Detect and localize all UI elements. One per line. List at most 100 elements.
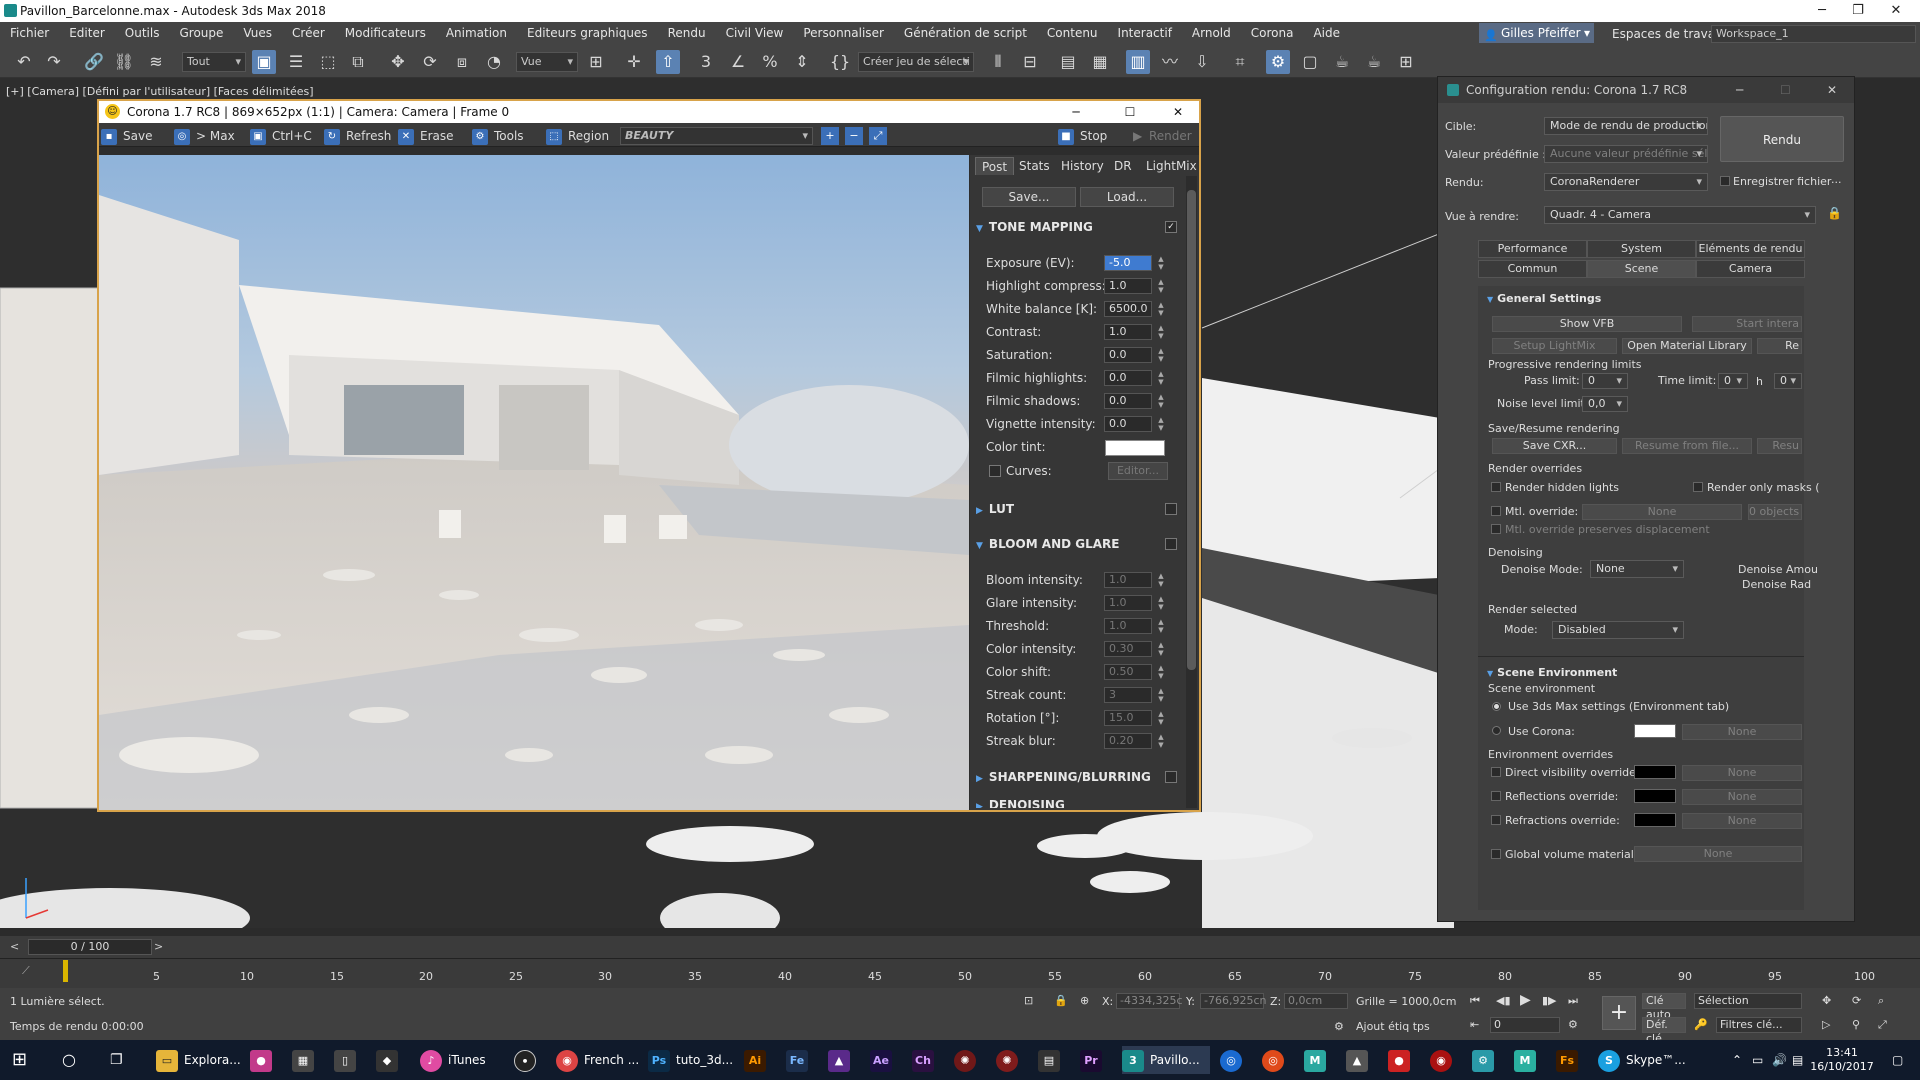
bloom-intensity-spinner[interactable]: ▲ ▼ [1157,572,1165,588]
color-shift-input[interactable]: 0.50 [1104,664,1152,680]
menu-contenu[interactable]: Contenu [1037,26,1108,40]
link-icon[interactable]: 🔗 [82,50,106,74]
curve-editor-icon[interactable]: 〰 [1158,50,1182,74]
use-corona-color-swatch[interactable] [1634,724,1676,738]
vfb-render-image[interactable] [99,155,969,810]
open-material-library-button[interactable]: Open Material Library [1622,338,1752,354]
timeline-current-frame[interactable] [63,960,68,982]
menu-script[interactable]: Génération de script [894,26,1037,40]
taskbar-premiere[interactable]: Pr [1080,1046,1108,1074]
taskbar-app-m[interactable]: M [1304,1046,1332,1074]
minimize-icon[interactable]: ─ [1804,0,1840,22]
render-iterative-icon[interactable]: ☕ [1362,50,1386,74]
vfb-channel-select[interactable]: BEAUTY ▾ [620,127,813,145]
menu-animation[interactable]: Animation [436,26,517,40]
global-volume-button[interactable]: None [1634,846,1802,862]
direct-visibility-color-swatch[interactable] [1634,765,1676,779]
zoom-in-icon[interactable]: + [821,127,839,145]
time-limit-minutes-input[interactable]: 0 [1774,373,1802,389]
z-coord-input[interactable]: 0,0cm [1284,993,1348,1009]
save-file-checkbox[interactable] [1720,176,1730,186]
saturation-input[interactable]: 0.0 [1104,347,1152,363]
add-time-tag[interactable]: Ajout étiq tps [1356,1020,1430,1033]
view-select[interactable]: Quadr. 4 - Camera [1544,206,1816,224]
x-coord-input[interactable]: -4334,325c [1116,993,1183,1009]
render-button[interactable]: Rendu [1720,116,1844,162]
selection-lock-icon[interactable]: 🔒 [1054,994,1068,1007]
renderer-select[interactable]: CoronaRenderer [1544,173,1708,191]
direct-visibility-map-button[interactable]: None [1682,765,1802,781]
lut-checkbox[interactable] [1165,503,1177,515]
resume-from-file-button[interactable]: Resume from file... [1622,438,1752,454]
menu-personnaliser[interactable]: Personnaliser [793,26,894,40]
bind-spacewarp-icon[interactable]: ≋ [144,50,168,74]
rotation-input[interactable]: 15.0 [1104,710,1152,726]
taskbar-app-3d-2[interactable]: ✺ [996,1046,1024,1074]
vfb-tab-stats[interactable]: Stats [1013,157,1056,175]
windows-start-icon[interactable]: ⊞ [12,1046,27,1074]
streak-blur-spinner[interactable]: ▲ ▼ [1157,733,1165,749]
taskbar-app-red[interactable]: ● [1388,1046,1416,1074]
close-icon[interactable]: ✕ [1878,0,1914,22]
select-object-icon[interactable]: ▣ [252,50,276,74]
lock-icon[interactable]: 🔒 [1827,206,1842,220]
angle-snap-icon[interactable]: ∠ [726,50,750,74]
taskbar-app-affinity[interactable]: ▲ [828,1046,856,1074]
contrast-spinner[interactable]: ▲ ▼ [1157,324,1165,340]
orbit-icon[interactable]: ⟳ [1852,994,1861,1007]
keyboard-shortcut-icon[interactable]: ⇧ [656,50,680,74]
scale-icon[interactable]: ⧈ [450,50,474,74]
auto-key-button[interactable]: Clé auto [1642,993,1686,1021]
time-slider-thumb[interactable]: 0 / 100 [28,939,152,955]
tray-volume-icon[interactable]: 🔊 [1772,1046,1787,1074]
set-key-button[interactable]: Déf. clé [1642,1017,1686,1045]
color-shift-spinner[interactable]: ▲ ▼ [1157,664,1165,680]
y-coord-input[interactable]: -766,925cn [1200,993,1266,1009]
highlight-compress-input[interactable]: 1.0 [1104,278,1152,294]
color-intensity-spinner[interactable]: ▲ ▼ [1157,641,1165,657]
glare-intensity-input[interactable]: 1.0 [1104,595,1152,611]
pan-icon[interactable]: ✥ [1822,994,1831,1007]
vfb-tools-button[interactable]: ⚙ Tools [472,127,524,145]
workspace-select[interactable]: Workspace_1 [1711,25,1916,43]
preset-select[interactable]: Aucune valeur prédéfinie sélect [1544,145,1708,163]
exposure-spinner[interactable]: ▲ ▼ [1157,255,1165,271]
material-editor-icon[interactable]: ⌗ [1228,50,1252,74]
bloom-glare-checkbox[interactable] [1165,538,1177,550]
maximize-viewport-icon[interactable]: ⤢ [1878,1018,1887,1032]
filmic-shadows-input[interactable]: 0.0 [1104,393,1152,409]
time-config-icon[interactable]: ⚙ [1568,1018,1578,1031]
edit-named-sel-icon[interactable]: {} [828,50,852,74]
refractions-color-swatch[interactable] [1634,813,1676,827]
named-selection-set-select[interactable]: Créer jeu de sélecti [858,52,974,72]
menu-civil-view[interactable]: Civil View [716,26,794,40]
pass-limit-input[interactable]: 0 [1582,373,1628,389]
taskbar-explorer[interactable]: ▭ Explora... [156,1046,241,1074]
menu-corona[interactable]: Corona [1241,26,1304,40]
vfb-copy-button[interactable]: ▣ Ctrl+C [250,127,312,145]
pivot-icon[interactable]: ⊞ [584,50,608,74]
unlink-icon[interactable]: ⛓ [112,50,136,74]
white-balance-spinner[interactable]: ▲ ▼ [1157,301,1165,317]
taskbar-app-orange[interactable]: ◎ [1262,1046,1290,1074]
absolute-mode-icon[interactable]: ⊕ [1080,994,1089,1007]
exposure-input[interactable]: -5.0 [1104,255,1152,271]
current-frame-input[interactable]: 0 [1490,1017,1560,1033]
reflections-checkbox[interactable] [1491,791,1501,801]
vfb-close-icon[interactable]: ✕ [1163,101,1193,123]
zoom-out-icon[interactable]: − [845,127,863,145]
taskbar-app-blue[interactable]: ◎ [1220,1046,1248,1074]
refractions-map-button[interactable]: None [1682,813,1802,829]
denoise-mode-select[interactable]: None [1590,560,1684,578]
key-mode-icon[interactable]: ⇤ [1470,1018,1479,1031]
glare-intensity-spinner[interactable]: ▲ ▼ [1157,595,1165,611]
cortana-icon[interactable]: ○ [62,1046,76,1074]
a360-icon[interactable]: ⊞ [1394,50,1418,74]
hidden-lights-checkbox[interactable] [1491,482,1501,492]
rs-maximize-icon[interactable]: ☐ [1780,77,1791,103]
resume-button[interactable]: Resu [1757,438,1802,454]
use-corona-radio[interactable] [1492,726,1501,735]
target-select[interactable]: Mode de rendu de production [1544,117,1708,135]
mini-curve-icon[interactable]: ⟋ [22,964,30,978]
schematic-view-icon[interactable]: ⇩ [1190,50,1214,74]
